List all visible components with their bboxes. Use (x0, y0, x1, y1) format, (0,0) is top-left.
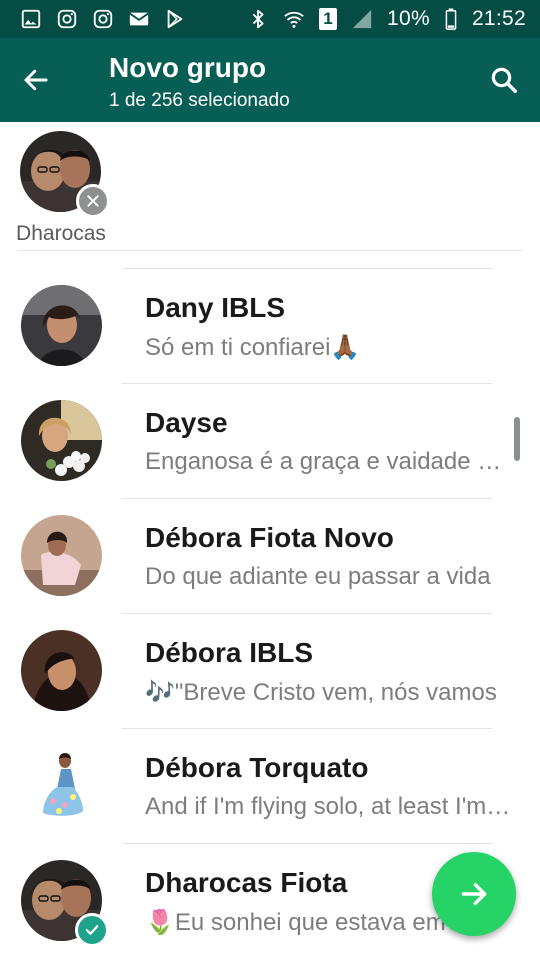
contact-name: Dayse (145, 407, 228, 438)
wifi-icon (283, 8, 305, 30)
arrow-left-icon (24, 69, 48, 91)
scrollbar[interactable] (514, 417, 520, 461)
divider (122, 498, 492, 499)
contact-row[interactable]: Débora Torquato And if I'm flying solo, … (0, 728, 540, 843)
back-button[interactable] (18, 62, 54, 98)
contact-name: Débora Fiota Novo (145, 522, 394, 553)
divider (122, 843, 492, 844)
contact-name: Débora IBLS (145, 637, 314, 668)
selected-participant-name: Dharocas (16, 222, 106, 245)
selected-participants: Dharocas (0, 122, 540, 252)
clock: 21:52 (471, 7, 526, 30)
avatar (21, 400, 102, 481)
arrow-right-icon (461, 882, 487, 906)
contact-status: 🎶"Breve Cristo vem, nós vamos (145, 679, 497, 706)
contact-row[interactable]: Dayse Enganosa é a graça e vaidade é a b… (0, 383, 540, 498)
remove-participant-button[interactable] (76, 184, 110, 218)
signal-icon (351, 8, 373, 30)
status-system-icons: 1 10% 21:52 (247, 7, 526, 31)
battery-icon (444, 8, 458, 30)
contact-row[interactable]: Débora Fiota Novo Do que adiante eu pass… (0, 498, 540, 613)
close-icon (87, 195, 99, 207)
mail-icon (128, 8, 150, 30)
divider (122, 383, 492, 384)
gallery-icon (20, 8, 42, 30)
contact-status: Só em ti confiarei🙏🏾 (145, 334, 361, 361)
avatar (21, 285, 102, 366)
check-icon (85, 925, 99, 935)
divider (122, 728, 492, 729)
selection-count: 1 de 256 selecionado (109, 90, 290, 111)
contact-name: Débora Torquato (145, 752, 369, 783)
avatar (21, 745, 102, 826)
search-icon (491, 67, 517, 93)
bluetooth-icon (247, 8, 269, 30)
sim-slot-label: 1 (323, 9, 333, 28)
contact-name: Dharocas Fiota (145, 867, 348, 898)
avatar (21, 515, 102, 596)
instagram-icon (56, 8, 78, 30)
play-store-icon (164, 8, 186, 30)
contact-status: And if I'm flying solo, at least I'm fly… (145, 793, 513, 820)
status-bar: 1 10% 21:52 (0, 0, 540, 38)
sim-icon: 1 (319, 8, 337, 30)
avatar (21, 630, 102, 711)
battery-percent: 10% (387, 7, 430, 30)
next-button[interactable] (432, 852, 516, 936)
divider (122, 613, 492, 614)
instagram-icon (92, 8, 114, 30)
app-toolbar: Novo grupo 1 de 256 selecionado (0, 38, 540, 122)
selected-check-badge (75, 913, 109, 947)
divider (122, 268, 492, 269)
contact-name: Dany IBLS (145, 292, 286, 323)
status-notification-icons (20, 8, 186, 30)
contact-status: Do que adiante eu passar a vida (145, 563, 491, 590)
divider (18, 250, 522, 251)
search-button[interactable] (486, 62, 522, 98)
page-title: Novo grupo (109, 52, 267, 83)
contact-row[interactable]: Dany IBLS Só em ti confiarei🙏🏾 (0, 268, 540, 383)
contact-row[interactable]: Débora IBLS 🎶"Breve Cristo vem, nós vamo… (0, 613, 540, 728)
contact-status: Enganosa é a graça e vaidade é a beleza (145, 448, 513, 475)
